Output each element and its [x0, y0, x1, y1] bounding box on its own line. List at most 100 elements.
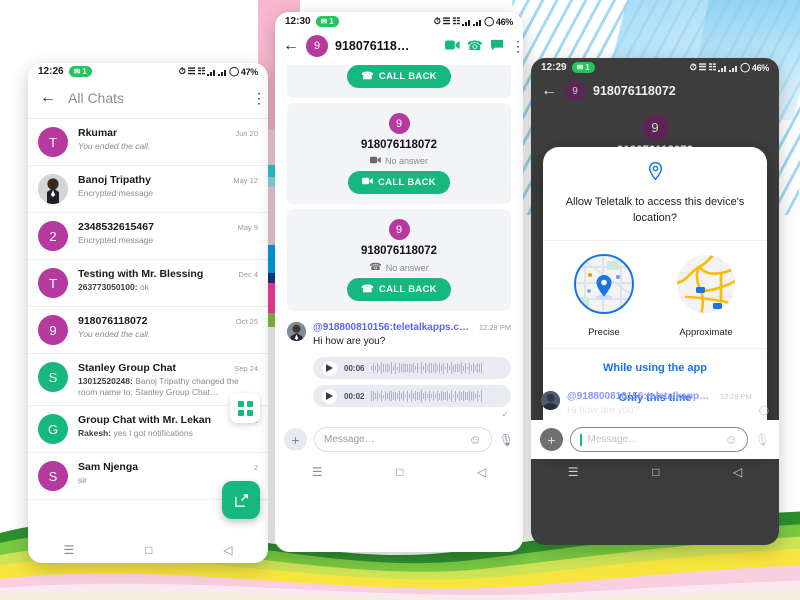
message-input[interactable]: Message… ☺ [570, 427, 748, 452]
avatar [287, 322, 306, 341]
call-back-label: CALL BACK [378, 177, 436, 188]
message-block: @918800810156:teletalkapps.c… 12:28 PM H… [531, 387, 779, 420]
menu-icon[interactable]: ☰ [63, 543, 74, 557]
avatar-initial: 9 [49, 322, 57, 338]
play-icon[interactable] [322, 360, 337, 376]
phone-call-icon[interactable]: ☎ [467, 38, 483, 54]
status-bar-right: ⏱ ☰ ☷ ◯ 46% [690, 62, 770, 73]
emoji-icon[interactable]: ☺ [724, 432, 737, 447]
vpn-icon: ☷ [197, 66, 206, 76]
video-call-icon [362, 177, 373, 188]
chat-list-item[interactable]: 9 918076118072 Oct 25 You ended the call. [28, 307, 268, 354]
avatar[interactable]: S [38, 461, 68, 492]
plus-icon[interactable]: + [284, 428, 307, 451]
avatar[interactable]: 9 [565, 81, 585, 101]
home-icon[interactable]: □ [652, 465, 659, 479]
message-block: @918800810156:teletalkapps.c… 12:28 PM Hi … [287, 316, 511, 351]
home-icon[interactable]: □ [396, 465, 403, 479]
message-input-placeholder: Message… [324, 434, 375, 445]
microphone-icon[interactable]: 🎙 [755, 433, 770, 447]
call-log-card: 9 918076118072 ☎ No answer ☎ CALL BACK [287, 209, 511, 311]
chat-item-content: 918076118072 Oct 25 You ended the call. [78, 315, 258, 340]
dimmed-message: @918800810156:teletalkapps.c… 12:28 PM H… [531, 387, 779, 485]
home-icon[interactable]: □ [145, 543, 152, 557]
voice-note[interactable]: 00:06 [313, 357, 511, 379]
battery-percent: 46% [751, 62, 769, 73]
back-icon[interactable]: ◁ [477, 465, 486, 479]
dialog-location-options: Precise Approximate [543, 239, 767, 348]
chat-icon[interactable] [490, 39, 504, 54]
play-icon[interactable] [322, 388, 337, 404]
avatar-initial: 9 [395, 117, 403, 130]
avatar[interactable]: T [38, 127, 68, 157]
avatar[interactable]: 9 [306, 35, 328, 57]
back-arrow-icon[interactable]: ← [283, 38, 299, 54]
plus-icon[interactable]: + [540, 428, 563, 451]
app-bar: ← 9 918076118… ☎ ⋮ [275, 29, 523, 65]
chat-list-item[interactable]: T Testing with Mr. Blessing Dec 4 263773050… [28, 260, 268, 307]
avatar[interactable] [38, 174, 68, 204]
grid-apps-icon[interactable] [230, 393, 260, 423]
avatar[interactable]: S [38, 362, 68, 392]
menu-icon[interactable]: ☰ [568, 465, 579, 479]
avatar-initial: 9 [651, 120, 659, 135]
precise-option[interactable]: Precise [560, 253, 648, 338]
microphone-icon[interactable]: 🎙 [499, 433, 514, 447]
avatar-initial: S [48, 468, 58, 484]
chat-list-item[interactable]: Banoj Tripathy May 12 Encrypted message [28, 166, 268, 213]
dialog-action-while-using-the-app[interactable]: While using the app [543, 353, 767, 383]
avatar [541, 391, 560, 410]
chat-list-item[interactable]: T Rkumar Jun 20 You ended the call. [28, 119, 268, 166]
call-back-button[interactable]: ☎ CALL BACK [347, 278, 451, 301]
app-bar: ← All Chats ⋮ [28, 80, 268, 118]
voice-note[interactable]: 00:02 [313, 385, 511, 407]
approximate-label: Approximate [679, 326, 733, 338]
status-time: 12:30 [285, 16, 311, 27]
video-call-icon [369, 156, 381, 166]
avatar-initial: 9 [395, 223, 403, 236]
call-back-button[interactable]: ☎ CALL BACK [347, 65, 451, 88]
back-icon[interactable]: ◁ [733, 465, 742, 479]
chat-date: Oct 25 [235, 317, 258, 326]
avatar[interactable]: T [38, 268, 68, 298]
chat-item-top: 918076118072 Oct 25 [78, 315, 258, 327]
system-nav-bar: ☰ □ ◁ [275, 459, 523, 485]
compose-icon[interactable] [222, 481, 260, 519]
chat-preview: Rakesh: yes I got notifications [78, 428, 193, 439]
chat-preview-sender: Rakesh: [78, 428, 114, 439]
call-back-button[interactable]: CALL BACK [348, 171, 450, 194]
avatar[interactable]: G [38, 414, 68, 445]
signal-icon [207, 67, 217, 76]
precise-location-map-icon [573, 253, 635, 319]
back-arrow-icon[interactable]: ← [40, 90, 56, 106]
text-cursor [580, 433, 582, 446]
menu-icon[interactable]: ☰ [312, 465, 323, 479]
location-pin-icon [647, 161, 664, 185]
screenshot-root: 12:26 ✉ 1 ⏱ ☰ ☷ ◯ 47% ← All Chats ⋮ T Rkum… [0, 0, 800, 600]
video-call-icon[interactable] [444, 39, 460, 54]
chat-item-content: Testing with Mr. Blessing Dec 4 2637730501… [78, 268, 258, 293]
avatar[interactable]: 2 [38, 221, 68, 251]
signal-icon-2 [218, 67, 228, 76]
phone-call-icon: ☎ [361, 284, 374, 295]
chat-preview: Encrypted message [78, 235, 154, 245]
call-status: No answer [369, 156, 428, 166]
message-input[interactable]: Message… ☺ [314, 427, 492, 452]
missed-call-icon: ☎ [369, 262, 382, 273]
approximate-option[interactable]: Approximate [662, 253, 750, 338]
status-bar-right: ⏱ ☰ ☷ ◯ 47% [179, 66, 259, 77]
chat-item-top: Banoj Tripathy May 12 [78, 174, 258, 186]
overflow-menu-icon[interactable]: ⋮ [252, 91, 266, 105]
overflow-menu-icon[interactable]: ⋮ [511, 39, 523, 53]
check-circle-icon: ◯ [758, 405, 769, 415]
call-back-label: CALL BACK [378, 71, 437, 82]
back-arrow-icon[interactable]: ← [541, 83, 557, 99]
back-icon[interactable]: ◁ [223, 543, 232, 557]
battery-icon: ◯ [740, 62, 750, 72]
chat-list[interactable]: T Rkumar Jun 20 You ended the call. Banoj Tr… [28, 118, 268, 501]
emoji-icon[interactable]: ☺ [468, 432, 481, 447]
chat-list-item[interactable]: 2 2348532615467 May 9 Encrypted message [28, 213, 268, 260]
chat-preview: 263773050100: ok [78, 282, 149, 292]
approximate-location-map-icon [675, 254, 737, 319]
avatar[interactable]: 9 [38, 315, 68, 345]
